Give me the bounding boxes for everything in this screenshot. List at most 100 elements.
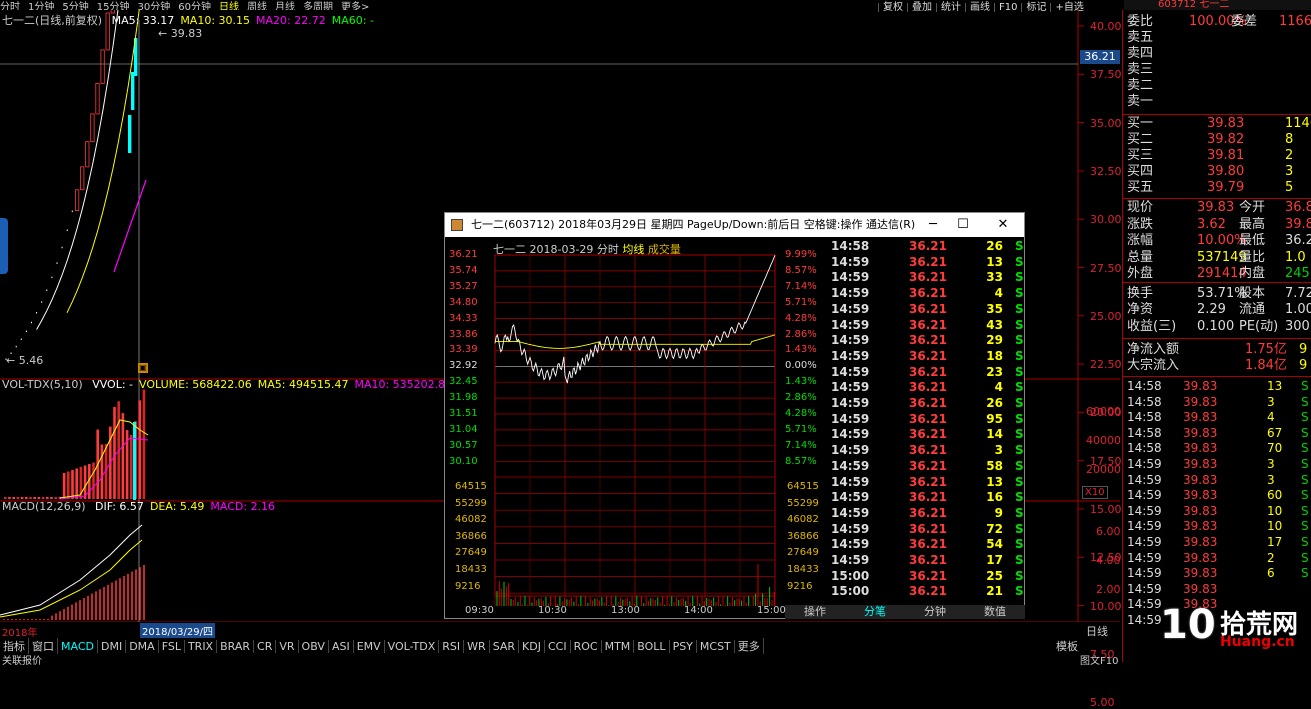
ma10-line [67, 10, 154, 313]
cell: 5 [1285, 180, 1293, 196]
cell: 14:58 [1127, 440, 1162, 456]
vol-unit-label: X10 [1082, 486, 1108, 499]
f10-tab[interactable]: 图文F10 [1080, 652, 1118, 667]
indicator-tab[interactable]: FSL [159, 640, 185, 653]
cell: 流通 [1239, 302, 1265, 318]
indicator-tab[interactable]: MACD [58, 640, 98, 653]
period-box[interactable]: 日线 [1086, 623, 1108, 639]
tick-row: 15:00 36.21 25 S [831, 569, 1023, 585]
tick-price: 36.21 [909, 537, 947, 552]
indicator-tab[interactable]: TRIX [185, 640, 217, 653]
price-axis-label: 15.00 [1090, 503, 1122, 516]
cell: S [1301, 409, 1309, 425]
cell: 17 [1267, 534, 1282, 550]
indicator-tab[interactable]: CCI [545, 640, 571, 653]
cell: 内盘 [1239, 266, 1265, 282]
price-axis-label: 37.50 [1090, 68, 1122, 81]
template-tab[interactable]: 模板 [1056, 638, 1078, 654]
indicator-tab[interactable]: MTM [602, 640, 635, 653]
indicator-tab[interactable]: ASI [329, 640, 354, 653]
volume-bar [42, 497, 45, 499]
quote-tick-row: 14:58 39.83 67 S [1127, 425, 1311, 441]
divider [1123, 198, 1311, 199]
indicator-tab[interactable]: BRAR [217, 640, 254, 653]
tick-direction: S [1015, 270, 1024, 285]
buy-level: 买一39.831146 [1127, 116, 1311, 132]
intraday-vol-axis-right: 9216 [787, 581, 812, 592]
indicator-tab[interactable]: MCST [697, 640, 735, 653]
event-marker-icon[interactable]: ▣ [138, 363, 148, 373]
popup-tab[interactable]: 分钟 [905, 605, 965, 619]
indicator-tab[interactable]: 更多 [735, 638, 764, 654]
expand-sidebar-handle[interactable] [0, 218, 8, 274]
indicator-tab[interactable]: RSI [439, 640, 464, 653]
cell: 大宗流入 [1127, 358, 1179, 374]
main-chart-title: 七一二(日线,前复权) [2, 14, 102, 27]
intraday-left-axis: 33.39 [449, 344, 478, 355]
close-button[interactable]: ✕ [985, 213, 1021, 237]
cell: 卖五 [1127, 30, 1153, 46]
tick-volume: 26 [981, 396, 1003, 411]
cell: 3 [1267, 456, 1275, 472]
tick-volume: 33 [981, 270, 1003, 285]
cell: S [1301, 565, 1309, 581]
indicator-tab[interactable]: DMI [98, 640, 126, 653]
intraday-vol-axis-right: 36866 [787, 531, 819, 542]
intraday-right-axis: 9.99% [785, 249, 817, 260]
indicator-tab[interactable]: DMA [126, 640, 159, 653]
tick-table[interactable]: 14:58 36.21 26 S 14:59 36.21 13 S 14:59 36.21 33 S 1… [831, 239, 1025, 605]
indicator-tab[interactable]: EMV [354, 640, 385, 653]
ma-legend-item: MA60: - [332, 14, 374, 27]
cell: 2.29 [1197, 302, 1226, 318]
volume-bar [38, 497, 41, 499]
tick-time: 14:59 [831, 506, 869, 521]
tool-buttons: 复权 叠加 统计 画线 F10 标记 +自选 [878, 0, 1088, 10]
high-price-label: ← 39.83 [158, 27, 202, 40]
cell: 1.75亿 [1245, 342, 1287, 358]
sell-level: 卖四 [1127, 46, 1311, 62]
maximize-button[interactable]: ☐ [945, 213, 981, 237]
cell: 39.79 [1207, 180, 1244, 196]
tick-price: 36.21 [909, 302, 947, 317]
price-axis-label: 25.00 [1090, 310, 1122, 323]
indicator-tab[interactable]: OBV [299, 640, 329, 653]
intraday-vol-axis: 18433 [455, 564, 487, 575]
tick-price: 36.21 [909, 412, 947, 427]
cell: 14:58 [1127, 425, 1162, 441]
tick-price: 36.21 [909, 396, 947, 411]
intraday-right-axis: 8.57% [785, 265, 817, 276]
cell: 14:59 [1127, 596, 1162, 612]
cell: 今开 [1239, 200, 1265, 216]
popup-tab[interactable]: 分笔 [845, 605, 905, 619]
volume-bar [33, 497, 36, 499]
indicator-tab[interactable]: CR [254, 640, 276, 653]
popup-tab[interactable]: 数值 [965, 605, 1025, 619]
tick-row: 14:59 36.21 23 S [831, 365, 1023, 381]
indicator-tab[interactable]: SAR [490, 640, 519, 653]
tick-row: 14:59 36.21 35 S [831, 302, 1023, 318]
popup-tab[interactable]: 操作 [785, 605, 845, 619]
cell: 买五 [1127, 180, 1153, 196]
indicator-tab[interactable]: ROC [571, 640, 602, 653]
popup-titlebar[interactable]: 七一二(603712) 2018年03月29日 星期四 PageUp/Down:… [445, 213, 1024, 237]
intraday-right-axis: 4.28% [785, 408, 817, 419]
indicator-tab[interactable]: VR [276, 640, 298, 653]
indicator-tab[interactable]: WR [464, 640, 490, 653]
tick-row: 14:59 36.21 4 S [831, 380, 1023, 396]
intraday-left-axis: 30.10 [449, 456, 478, 467]
tick-time: 14:59 [831, 318, 869, 333]
tick-price: 36.21 [909, 270, 947, 285]
indicator-tab[interactable]: VOL-TDX [385, 640, 440, 653]
cell: S [1301, 550, 1309, 566]
tick-time: 14:59 [831, 255, 869, 270]
vol-legend-item: MA10: 535202.88 [354, 378, 452, 391]
indicator-tab[interactable]: PSY [670, 640, 697, 653]
cell: 买一 [1127, 116, 1153, 132]
indicator-tab[interactable]: KDJ [519, 640, 545, 653]
indicator-tab[interactable]: BOLL [634, 640, 669, 653]
cell: 39.8 [1285, 217, 1311, 233]
volume-bar [25, 497, 28, 499]
related-quotes-tab[interactable]: 关联报价 [2, 652, 42, 667]
intraday-popup-window[interactable]: 七一二(603712) 2018年03月29日 星期四 PageUp/Down:… [444, 212, 1025, 619]
stat-row: 换手53.71%股本7.72亿 [1127, 286, 1311, 302]
